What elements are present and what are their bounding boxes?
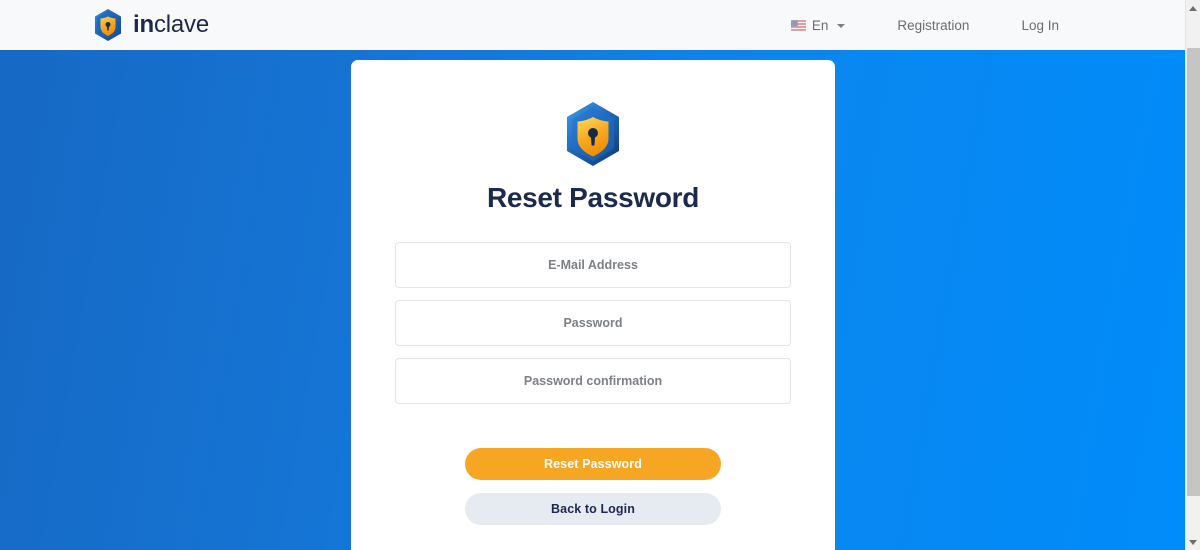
scrollbar-thumb[interactable] — [1187, 48, 1200, 496]
scroll-up-arrow-icon — [1189, 5, 1197, 11]
browser-viewport: inclave En Registration Log In Reset Pas… — [0, 0, 1200, 550]
scroll-down-arrow-icon — [1189, 539, 1197, 545]
vertical-scrollbar[interactable] — [1185, 0, 1200, 550]
scroll-down-button[interactable] — [1186, 534, 1200, 550]
inclave-hexagon-shield-icon — [95, 9, 121, 41]
scroll-up-button[interactable] — [1186, 0, 1200, 16]
nav-registration-link[interactable]: Registration — [871, 12, 995, 39]
language-selector[interactable]: En — [765, 12, 872, 39]
email-field[interactable] — [395, 242, 791, 288]
brand-name-light: clave — [153, 11, 209, 38]
brand-name: inclave — [133, 11, 209, 39]
language-label: En — [811, 17, 829, 33]
inclave-hexagon-shield-icon — [567, 102, 619, 166]
password-confirmation-field[interactable] — [395, 358, 791, 404]
us-flag-icon — [790, 19, 806, 31]
password-field[interactable] — [395, 300, 791, 346]
reset-password-card: Reset Password Reset Password Back to Lo… — [351, 60, 835, 550]
nav-login-link[interactable]: Log In — [995, 12, 1085, 39]
reset-password-button[interactable]: Reset Password — [465, 448, 721, 480]
brand-name-bold: in — [133, 11, 154, 38]
header-nav: En Registration Log In — [765, 12, 1085, 39]
site-header: inclave En Registration Log In — [0, 0, 1185, 50]
chevron-down-icon — [837, 24, 846, 28]
back-to-login-button[interactable]: Back to Login — [465, 493, 721, 525]
reset-password-form: Reset Password Back to Login — [395, 242, 791, 525]
page-title: Reset Password — [486, 182, 700, 213]
brand-logo-link[interactable]: inclave — [92, 8, 209, 42]
